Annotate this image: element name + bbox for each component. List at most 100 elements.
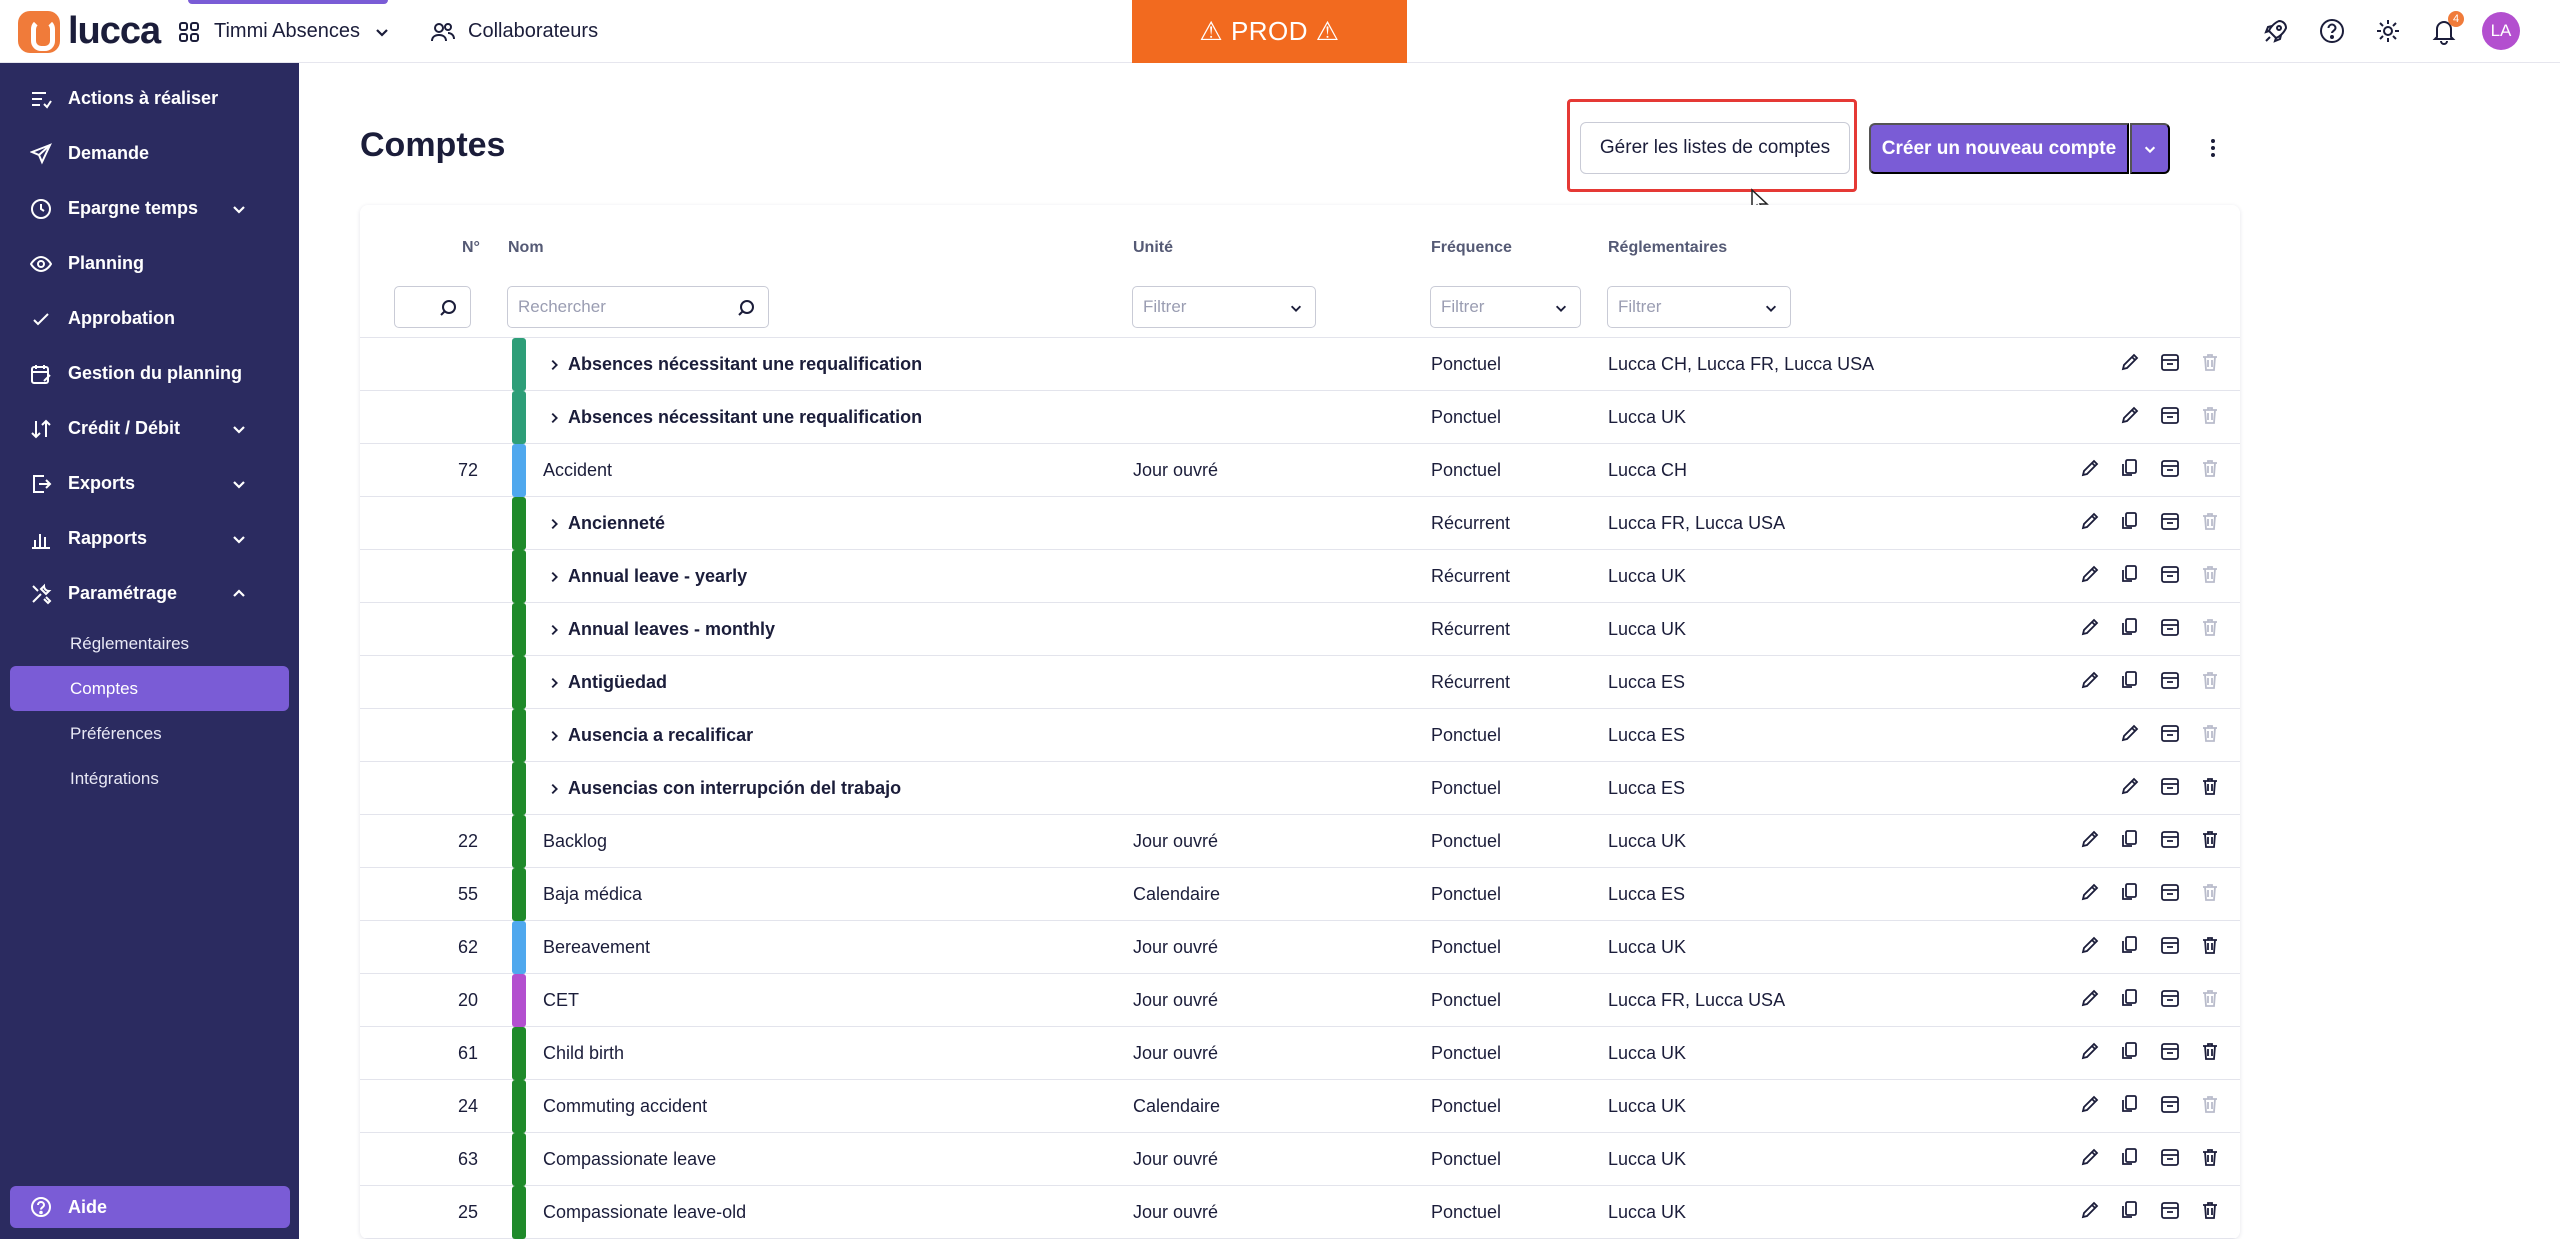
copy-icon[interactable] — [2120, 988, 2140, 1008]
table-row[interactable]: 25 Compassionate leave-old Jour ouvré Ponct… — [360, 1186, 2240, 1239]
edit-icon[interactable] — [2080, 1094, 2100, 1114]
table-row[interactable]: 24 Commuting accident Calendaire Ponctuel Lu… — [360, 1080, 2240, 1133]
table-row-group[interactable]: Absences nécessitant une requalification… — [360, 338, 2240, 391]
column-header-regulations[interactable]: Réglementaires — [1608, 239, 1727, 257]
sidebar-item-actions[interactable]: Actions à réaliser — [0, 71, 299, 126]
table-row[interactable]: 20 CET Jour ouvré Ponctuel Lucca FR, Lucca U… — [360, 974, 2240, 1027]
table-row-group[interactable]: Ausencia a recalificar Ponctuel Lucca ES — [360, 709, 2240, 762]
collaborateurs-link[interactable]: Collaborateurs — [430, 0, 598, 63]
delete-icon[interactable] — [2200, 776, 2220, 796]
archive-icon[interactable] — [2160, 988, 2180, 1008]
edit-icon[interactable] — [2080, 617, 2100, 637]
name-search-input[interactable]: Rechercher — [507, 286, 769, 328]
regulations-filter-select[interactable]: Filtrer — [1607, 286, 1791, 328]
copy-icon[interactable] — [2120, 1200, 2140, 1220]
sidebar-subitem-comptes[interactable]: Comptes — [10, 666, 289, 711]
num-search-input[interactable] — [394, 286, 471, 328]
edit-icon[interactable] — [2080, 882, 2100, 902]
edit-icon[interactable] — [2120, 405, 2140, 425]
archive-icon[interactable] — [2160, 670, 2180, 690]
archive-icon[interactable] — [2160, 935, 2180, 955]
avatar[interactable]: LA — [2482, 12, 2520, 50]
edit-icon[interactable] — [2080, 458, 2100, 478]
archive-icon[interactable] — [2160, 776, 2180, 796]
sidebar-item-epargne[interactable]: Epargne temps — [0, 181, 299, 236]
more-options-button[interactable] — [2198, 126, 2228, 170]
help-circle-icon[interactable] — [2314, 13, 2350, 49]
table-row[interactable]: 72 Accident Jour ouvré Ponctuel Lucca CH — [360, 444, 2240, 497]
sidebar-item-approbation[interactable]: Approbation — [0, 291, 299, 346]
sidebar-item-rapports[interactable]: Rapports — [0, 511, 299, 566]
copy-icon[interactable] — [2120, 1041, 2140, 1061]
delete-icon[interactable] — [2200, 829, 2220, 849]
gear-icon[interactable] — [2370, 13, 2406, 49]
archive-icon[interactable] — [2160, 458, 2180, 478]
archive-icon[interactable] — [2160, 564, 2180, 584]
archive-icon[interactable] — [2160, 1200, 2180, 1220]
copy-icon[interactable] — [2120, 617, 2140, 637]
column-header-frequency[interactable]: Fréquence — [1431, 239, 1512, 257]
sidebar-item-credit-debit[interactable]: Crédit / Débit — [0, 401, 299, 456]
copy-icon[interactable] — [2120, 829, 2140, 849]
lucca-logo[interactable]: lucca — [18, 10, 161, 53]
unit-filter-select[interactable]: Filtrer — [1132, 286, 1316, 328]
edit-icon[interactable] — [2080, 1147, 2100, 1167]
create-options-button[interactable] — [2130, 123, 2170, 174]
copy-icon[interactable] — [2120, 458, 2140, 478]
column-header-unit[interactable]: Unité — [1133, 239, 1173, 257]
sidebar-subitem-preferences[interactable]: Préférences — [0, 711, 299, 756]
edit-icon[interactable] — [2080, 935, 2100, 955]
sidebar-subitem-integrations[interactable]: Intégrations — [0, 756, 299, 801]
delete-icon[interactable] — [2200, 1041, 2220, 1061]
app-switcher[interactable]: Timmi Absences — [178, 0, 390, 63]
copy-icon[interactable] — [2120, 564, 2140, 584]
table-row-group[interactable]: Ancienneté Récurrent Lucca FR, Lucca USA — [360, 497, 2240, 550]
edit-icon[interactable] — [2080, 1200, 2100, 1220]
archive-icon[interactable] — [2160, 352, 2180, 372]
edit-icon[interactable] — [2080, 829, 2100, 849]
table-row[interactable]: 61 Child birth Jour ouvré Ponctuel Lucca UK — [360, 1027, 2240, 1080]
archive-icon[interactable] — [2160, 617, 2180, 637]
archive-icon[interactable] — [2160, 882, 2180, 902]
frequency-filter-select[interactable]: Filtrer — [1430, 286, 1581, 328]
edit-icon[interactable] — [2080, 564, 2100, 584]
column-header-name[interactable]: Nom — [508, 239, 544, 257]
table-row-group[interactable]: Annual leaves - monthly Récurrent Lucca UK — [360, 603, 2240, 656]
sidebar-subitem-reglementaires[interactable]: Réglementaires — [0, 621, 299, 666]
column-header-num[interactable]: N° — [462, 239, 480, 257]
delete-icon[interactable] — [2200, 935, 2220, 955]
table-row[interactable]: 22 Backlog Jour ouvré Ponctuel Lucca UK — [360, 815, 2240, 868]
sidebar-item-parametrage[interactable]: Paramétrage — [0, 566, 299, 621]
table-row-group[interactable]: Antigüedad Récurrent Lucca ES — [360, 656, 2240, 709]
edit-icon[interactable] — [2080, 1041, 2100, 1061]
table-row[interactable]: 55 Baja médica Calendaire Ponctuel Lucca ES — [360, 868, 2240, 921]
sidebar-item-gestion-planning[interactable]: Gestion du planning — [0, 346, 299, 401]
archive-icon[interactable] — [2160, 1147, 2180, 1167]
create-account-button[interactable]: Créer un nouveau compte — [1869, 123, 2129, 174]
sidebar-item-planning[interactable]: Planning — [0, 236, 299, 291]
copy-icon[interactable] — [2120, 670, 2140, 690]
copy-icon[interactable] — [2120, 935, 2140, 955]
copy-icon[interactable] — [2120, 1094, 2140, 1114]
table-row[interactable]: 62 Bereavement Jour ouvré Ponctuel Lucca UK — [360, 921, 2240, 974]
archive-icon[interactable] — [2160, 405, 2180, 425]
bell-icon[interactable]: 4 — [2426, 11, 2464, 49]
sidebar-item-exports[interactable]: Exports — [0, 456, 299, 511]
archive-icon[interactable] — [2160, 1094, 2180, 1114]
copy-icon[interactable] — [2120, 882, 2140, 902]
edit-icon[interactable] — [2120, 723, 2140, 743]
copy-icon[interactable] — [2120, 511, 2140, 531]
edit-icon[interactable] — [2080, 511, 2100, 531]
table-row-group[interactable]: Ausencias con interrupción del trabajo Po… — [360, 762, 2240, 815]
edit-icon[interactable] — [2080, 988, 2100, 1008]
table-row-group[interactable]: Absences nécessitant une requalification… — [360, 391, 2240, 444]
archive-icon[interactable] — [2160, 723, 2180, 743]
table-row-group[interactable]: Annual leave - yearly Récurrent Lucca UK — [360, 550, 2240, 603]
archive-icon[interactable] — [2160, 829, 2180, 849]
sidebar-item-demande[interactable]: Demande — [0, 126, 299, 181]
copy-icon[interactable] — [2120, 1147, 2140, 1167]
edit-icon[interactable] — [2120, 776, 2140, 796]
edit-icon[interactable] — [2120, 352, 2140, 372]
delete-icon[interactable] — [2200, 1200, 2220, 1220]
edit-icon[interactable] — [2080, 670, 2100, 690]
